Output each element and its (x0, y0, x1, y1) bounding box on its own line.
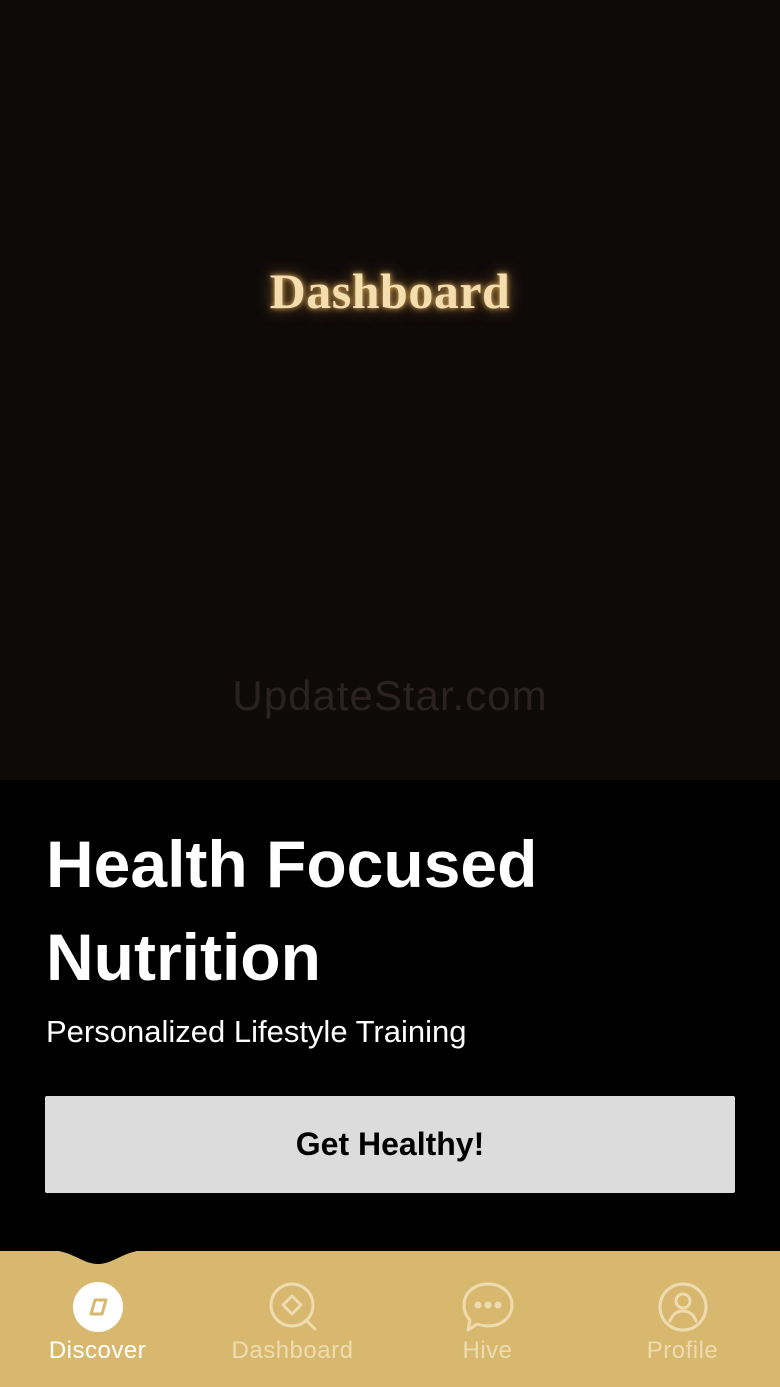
hero-banner: Dashboard UpdateStar.com (0, 0, 780, 780)
dashboard-icon (269, 1282, 317, 1331)
nav-item-discover[interactable]: Discover (0, 1251, 195, 1387)
nav-label-profile: Profile (646, 1337, 719, 1364)
headline-line-1: Health Focused (46, 827, 538, 901)
nav-item-profile[interactable]: Profile (585, 1251, 780, 1387)
hero-title: Dashboard (269, 263, 511, 319)
app-screen: Dashboard UpdateStar.com Health Focused … (0, 0, 780, 1387)
bottom-navigation: Discover Dashboard Hive Profile (0, 1250, 780, 1387)
compass-icon (73, 1282, 123, 1332)
nav-label-dashboard: Dashboard (231, 1337, 354, 1364)
chat-bubble-icon (462, 1282, 514, 1332)
headline: Health Focused Nutrition (46, 818, 746, 1004)
nav-item-hive[interactable]: Hive (390, 1251, 585, 1387)
nav-label-discover: Discover (48, 1337, 147, 1364)
profile-icon (658, 1282, 708, 1332)
subtitle: Personalized Lifestyle Training (46, 1014, 467, 1049)
get-healthy-button[interactable]: Get Healthy! (45, 1096, 735, 1193)
watermark: UpdateStar.com (232, 672, 548, 719)
nav-label-hive: Hive (462, 1337, 513, 1364)
nav-item-dashboard[interactable]: Dashboard (195, 1251, 390, 1387)
headline-line-2: Nutrition (46, 920, 321, 994)
